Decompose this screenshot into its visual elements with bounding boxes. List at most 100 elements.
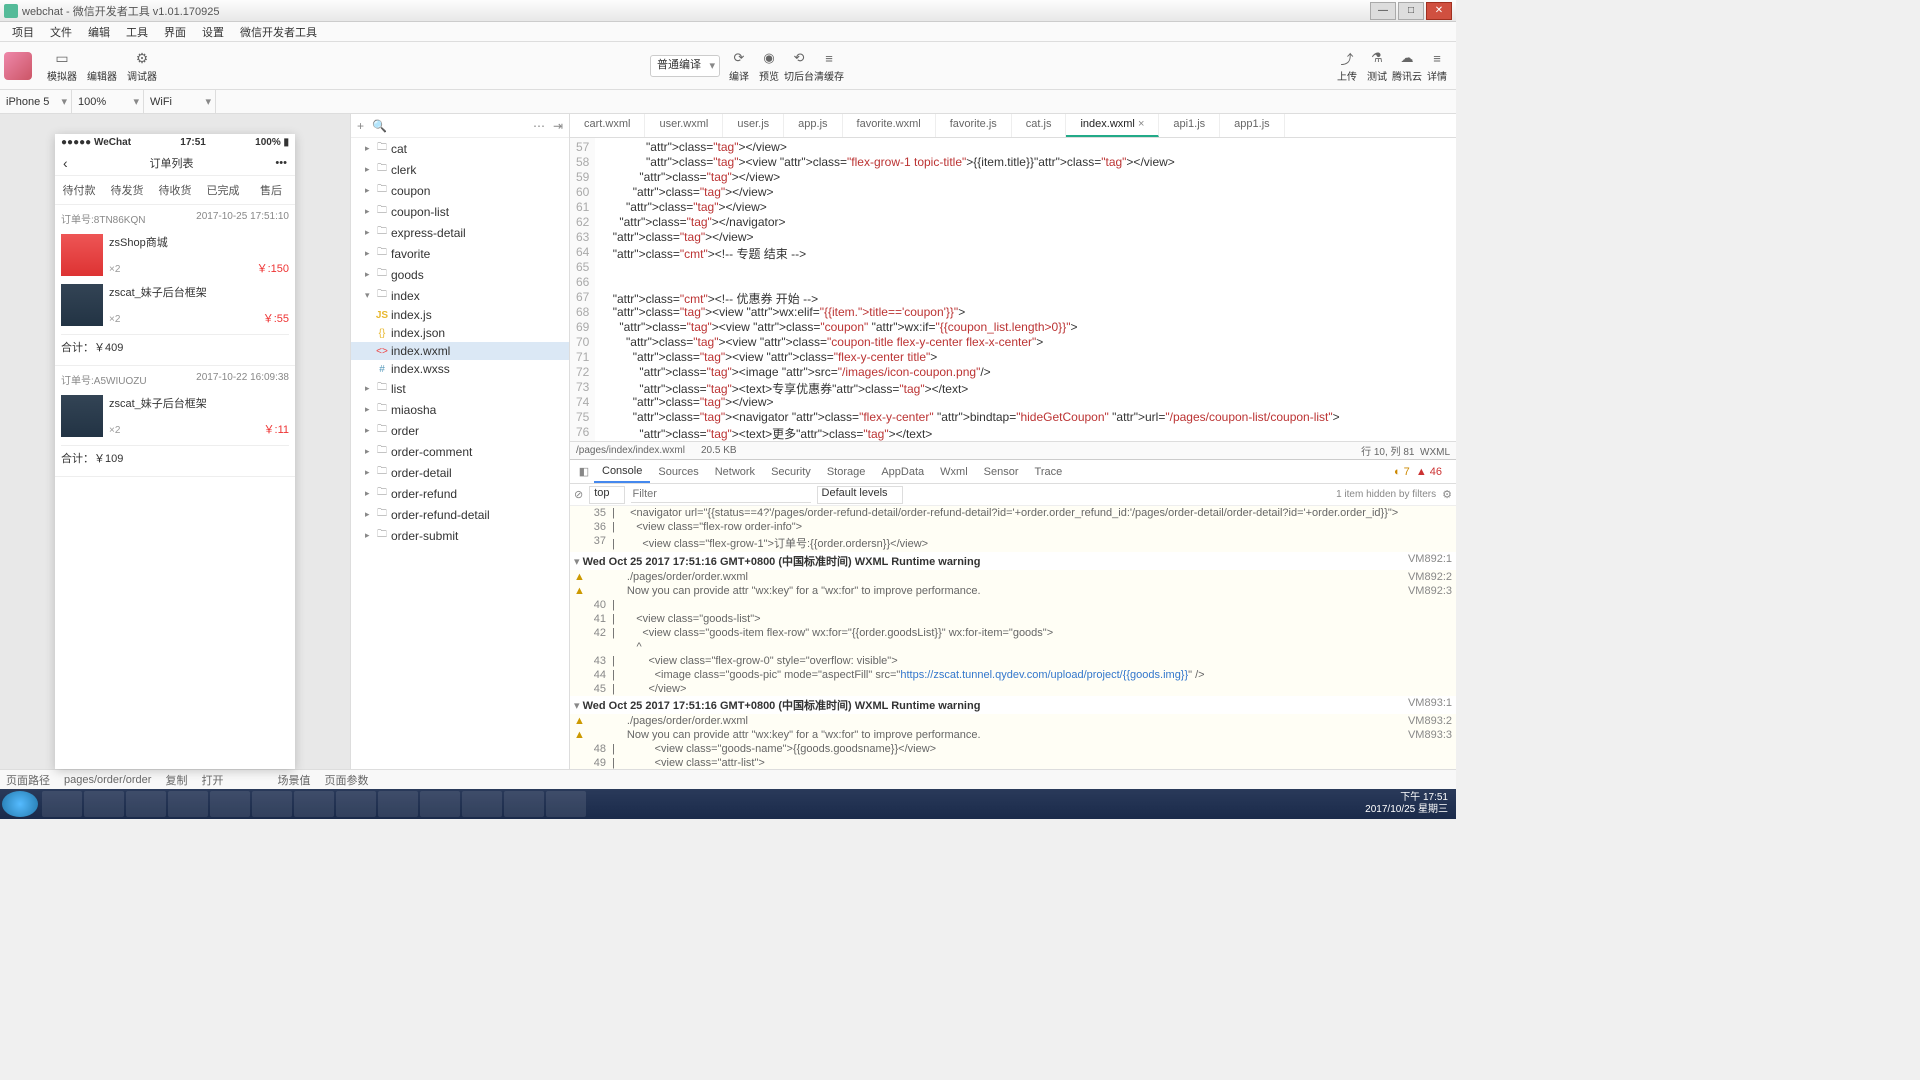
device-select[interactable]: iPhone 5 xyxy=(0,90,72,113)
taskbar-item[interactable] xyxy=(42,791,82,817)
toolbar-上传[interactable]: ⤴上传 xyxy=(1332,48,1362,83)
devtools-tab-Network[interactable]: Network xyxy=(707,462,763,482)
tree-node[interactable]: ▸🗀order-refund xyxy=(351,483,569,504)
devtools-tab-Wxml[interactable]: Wxml xyxy=(932,462,976,482)
tree-node[interactable]: ▸🗀clerk xyxy=(351,159,569,180)
new-file-icon[interactable]: + xyxy=(357,119,364,133)
taskbar-item[interactable] xyxy=(378,791,418,817)
tree-node[interactable]: ▸🗀goods xyxy=(351,264,569,285)
warning-count[interactable]: ◐ 7 xyxy=(1394,466,1410,478)
taskbar-item[interactable] xyxy=(294,791,334,817)
system-tray[interactable]: 下午 17:51 2017/10/25 星期三 xyxy=(1365,792,1454,816)
maximize-button[interactable]: □ xyxy=(1398,2,1424,20)
tree-node[interactable]: ▸🗀order-submit xyxy=(351,525,569,546)
back-icon[interactable]: ‹ xyxy=(63,155,68,171)
toolbar-编译[interactable]: ⟳编译 xyxy=(724,48,754,83)
taskbar-item[interactable] xyxy=(462,791,502,817)
tree-node[interactable]: {}index.json xyxy=(351,324,569,342)
editor-tab[interactable]: favorite.wxml xyxy=(843,114,936,137)
tree-node[interactable]: ▸🗀miaosha xyxy=(351,399,569,420)
toolbar-编辑器[interactable]: 编辑器 xyxy=(82,48,122,83)
toolbar-清缓存[interactable]: ≡清缓存 xyxy=(814,48,844,83)
tree-node[interactable]: ▸🗀order-comment xyxy=(351,441,569,462)
search-icon[interactable]: 🔍 xyxy=(372,119,387,133)
minimize-button[interactable]: — xyxy=(1370,2,1396,20)
toolbar-腾讯云[interactable]: ☁腾讯云 xyxy=(1392,48,1422,83)
tree-node[interactable]: ▸🗀order-refund-detail xyxy=(351,504,569,525)
menu-编辑[interactable]: 编辑 xyxy=(80,22,118,41)
clear-console-icon[interactable]: ⊘ xyxy=(574,488,583,501)
editor-tab[interactable]: user.wxml xyxy=(645,114,723,137)
order-tab[interactable]: 待发货 xyxy=(103,176,151,204)
devtools-tab-Console[interactable]: Console xyxy=(594,461,650,483)
toolbar-切后台[interactable]: ⟲切后台 xyxy=(784,48,814,83)
menu-项目[interactable]: 项目 xyxy=(4,22,42,41)
order-tab[interactable]: 已完成 xyxy=(199,176,247,204)
tree-node[interactable]: ▸🗀order xyxy=(351,420,569,441)
level-select[interactable]: Default levels xyxy=(817,486,903,504)
editor-tab[interactable]: app1.js xyxy=(1220,114,1284,137)
order-card[interactable]: 订单号:8TN86KQN2017-10-25 17:51:10zsShop商城×… xyxy=(55,205,295,366)
taskbar-item[interactable] xyxy=(126,791,166,817)
devtools-tab-Sensor[interactable]: Sensor xyxy=(976,462,1027,482)
taskbar-item[interactable] xyxy=(336,791,376,817)
tree-node[interactable]: <>index.wxml xyxy=(351,342,569,360)
menu-工具[interactable]: 工具 xyxy=(118,22,156,41)
taskbar-item[interactable] xyxy=(210,791,250,817)
devtools-tab-Trace[interactable]: Trace xyxy=(1027,462,1071,482)
toolbar-详情[interactable]: ≡详情 xyxy=(1422,48,1452,83)
tree-node[interactable]: ▸🗀favorite xyxy=(351,243,569,264)
order-tab[interactable]: 售后 xyxy=(247,176,295,204)
collapse-icon[interactable]: ⇥ xyxy=(553,119,563,133)
start-button[interactable] xyxy=(2,791,38,817)
devtools-tab-Storage[interactable]: Storage xyxy=(819,462,874,482)
zoom-select[interactable]: 100% xyxy=(72,90,144,113)
toolbar-调试器[interactable]: ⚙调试器 xyxy=(122,48,162,83)
devtools-dock-icon[interactable]: ◧ xyxy=(574,465,594,478)
editor-tab[interactable]: app.js xyxy=(784,114,842,137)
order-tab[interactable]: 待收货 xyxy=(151,176,199,204)
tree-node[interactable]: ▸🗀cat xyxy=(351,138,569,159)
tree-node[interactable]: ▾🗀index xyxy=(351,285,569,306)
menu-设置[interactable]: 设置 xyxy=(194,22,232,41)
taskbar-item[interactable] xyxy=(168,791,208,817)
tree-node[interactable]: ▸🗀coupon xyxy=(351,180,569,201)
tree-node[interactable]: ▸🗀express-detail xyxy=(351,222,569,243)
code-area[interactable]: "attr">class="tag"></view> "attr">class=… xyxy=(595,138,1343,441)
compile-select[interactable]: 普通编译 xyxy=(650,55,720,77)
taskbar-item[interactable] xyxy=(84,791,124,817)
network-select[interactable]: WiFi xyxy=(144,90,216,113)
devtools-tab-Security[interactable]: Security xyxy=(763,462,819,482)
taskbar-item[interactable] xyxy=(504,791,544,817)
tree-node[interactable]: ▸🗀coupon-list xyxy=(351,201,569,222)
tree-node[interactable]: JSindex.js xyxy=(351,306,569,324)
close-button[interactable]: ✕ xyxy=(1426,2,1452,20)
context-select[interactable]: top xyxy=(589,486,624,504)
more-icon[interactable]: ⋯ xyxy=(533,119,545,133)
taskbar-item[interactable] xyxy=(252,791,292,817)
tree-node[interactable]: ▸🗀list xyxy=(351,378,569,399)
editor-tab[interactable]: cart.wxml xyxy=(570,114,645,137)
devtools-tab-Sources[interactable]: Sources xyxy=(650,462,706,482)
editor-tab[interactable]: cat.js xyxy=(1012,114,1067,137)
editor-tab[interactable]: user.js xyxy=(723,114,784,137)
editor-tab[interactable]: index.wxml × xyxy=(1066,114,1159,137)
error-count[interactable]: ▲ 46 xyxy=(1416,466,1442,478)
order-tab[interactable]: 待付款 xyxy=(55,176,103,204)
menu-界面[interactable]: 界面 xyxy=(156,22,194,41)
taskbar-item[interactable] xyxy=(420,791,460,817)
toolbar-测试[interactable]: ⚗测试 xyxy=(1362,48,1392,83)
order-card[interactable]: 订单号:A5WIUOZU2017-10-22 16:09:38zscat_妹子后… xyxy=(55,366,295,477)
editor-tab[interactable]: favorite.js xyxy=(936,114,1012,137)
settings-icon[interactable]: ⚙ xyxy=(1442,488,1452,501)
sb-copy[interactable]: 复制 xyxy=(165,772,187,788)
devtools-tab-AppData[interactable]: AppData xyxy=(873,462,932,482)
menu-文件[interactable]: 文件 xyxy=(42,22,80,41)
tree-node[interactable]: ▸🗀order-detail xyxy=(351,462,569,483)
toolbar-模拟器[interactable]: ▭模拟器 xyxy=(42,48,82,83)
toolbar-预览[interactable]: ◉预览 xyxy=(754,48,784,83)
taskbar-item[interactable] xyxy=(546,791,586,817)
filter-input[interactable] xyxy=(631,486,811,503)
tree-node[interactable]: #index.wxss xyxy=(351,360,569,378)
editor-tab[interactable]: api1.js xyxy=(1159,114,1220,137)
